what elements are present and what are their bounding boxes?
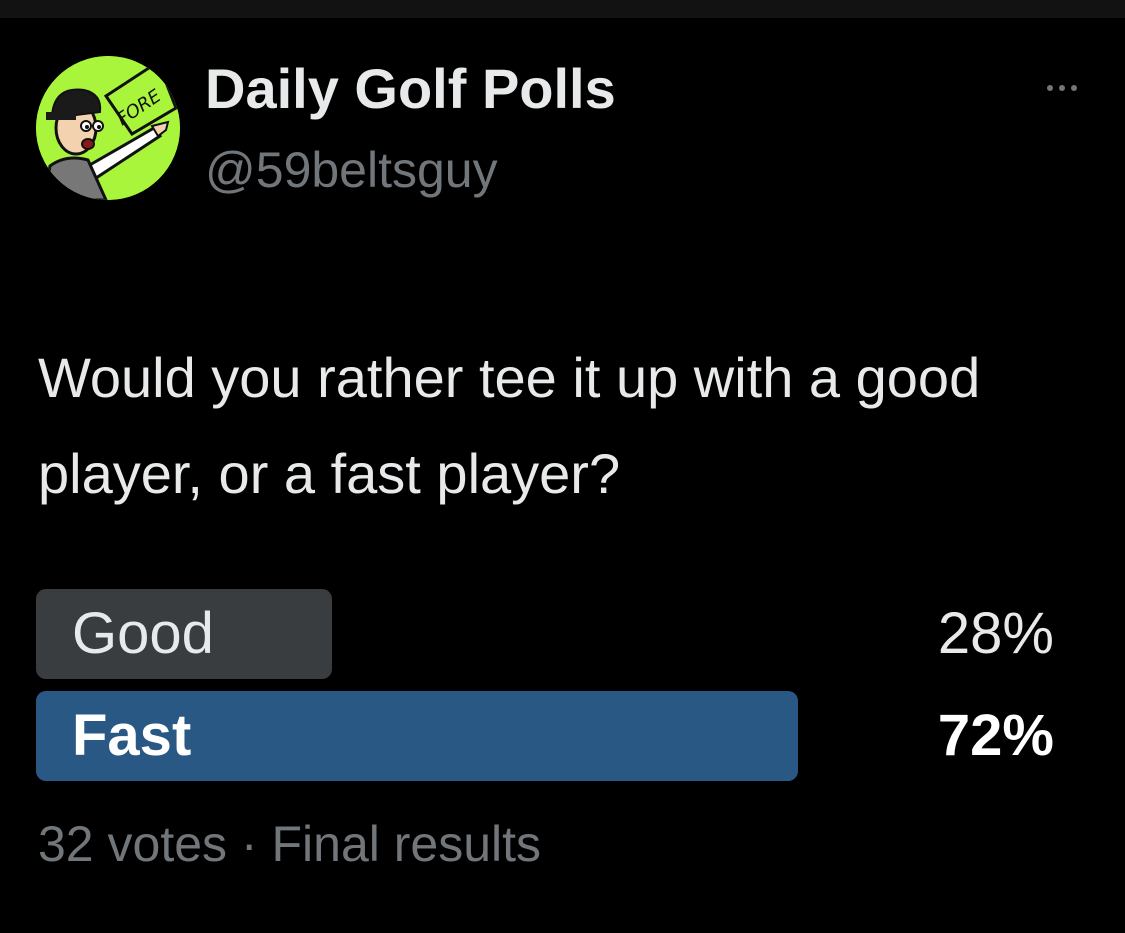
display-name[interactable]: Daily Golf Polls [205, 56, 616, 122]
poll-footer: 32 votes · Final results [38, 812, 541, 876]
avatar[interactable]: FORE [36, 56, 180, 200]
poll-footer-separator: · [240, 816, 258, 872]
tweet-text: Would you rather tee it up with a good p… [38, 346, 981, 505]
tweet-screen: FORE Daily Golf Polls @59beltsguy Would … [0, 0, 1125, 933]
cartoon-golfer-avatar-icon: FORE [36, 56, 180, 200]
poll-option-percent: 72% [937, 703, 1054, 768]
poll-option-percent: 28% [937, 601, 1054, 666]
more-options-button[interactable] [1036, 70, 1088, 106]
poll-option-label: Fast [72, 703, 192, 768]
poll-option-label: Good [72, 601, 214, 666]
top-edge-strip [0, 0, 1125, 18]
more-horizontal-icon [1059, 85, 1065, 91]
more-horizontal-icon [1071, 85, 1077, 91]
user-handle[interactable]: @59beltsguy [205, 140, 498, 200]
poll-option-fast: Fast 72% [36, 691, 1054, 781]
more-horizontal-icon [1047, 85, 1053, 91]
poll-status: Final results [271, 816, 542, 872]
poll-option-good: Good 28% [36, 589, 1054, 679]
poll-vote-count: 32 votes [38, 816, 228, 872]
